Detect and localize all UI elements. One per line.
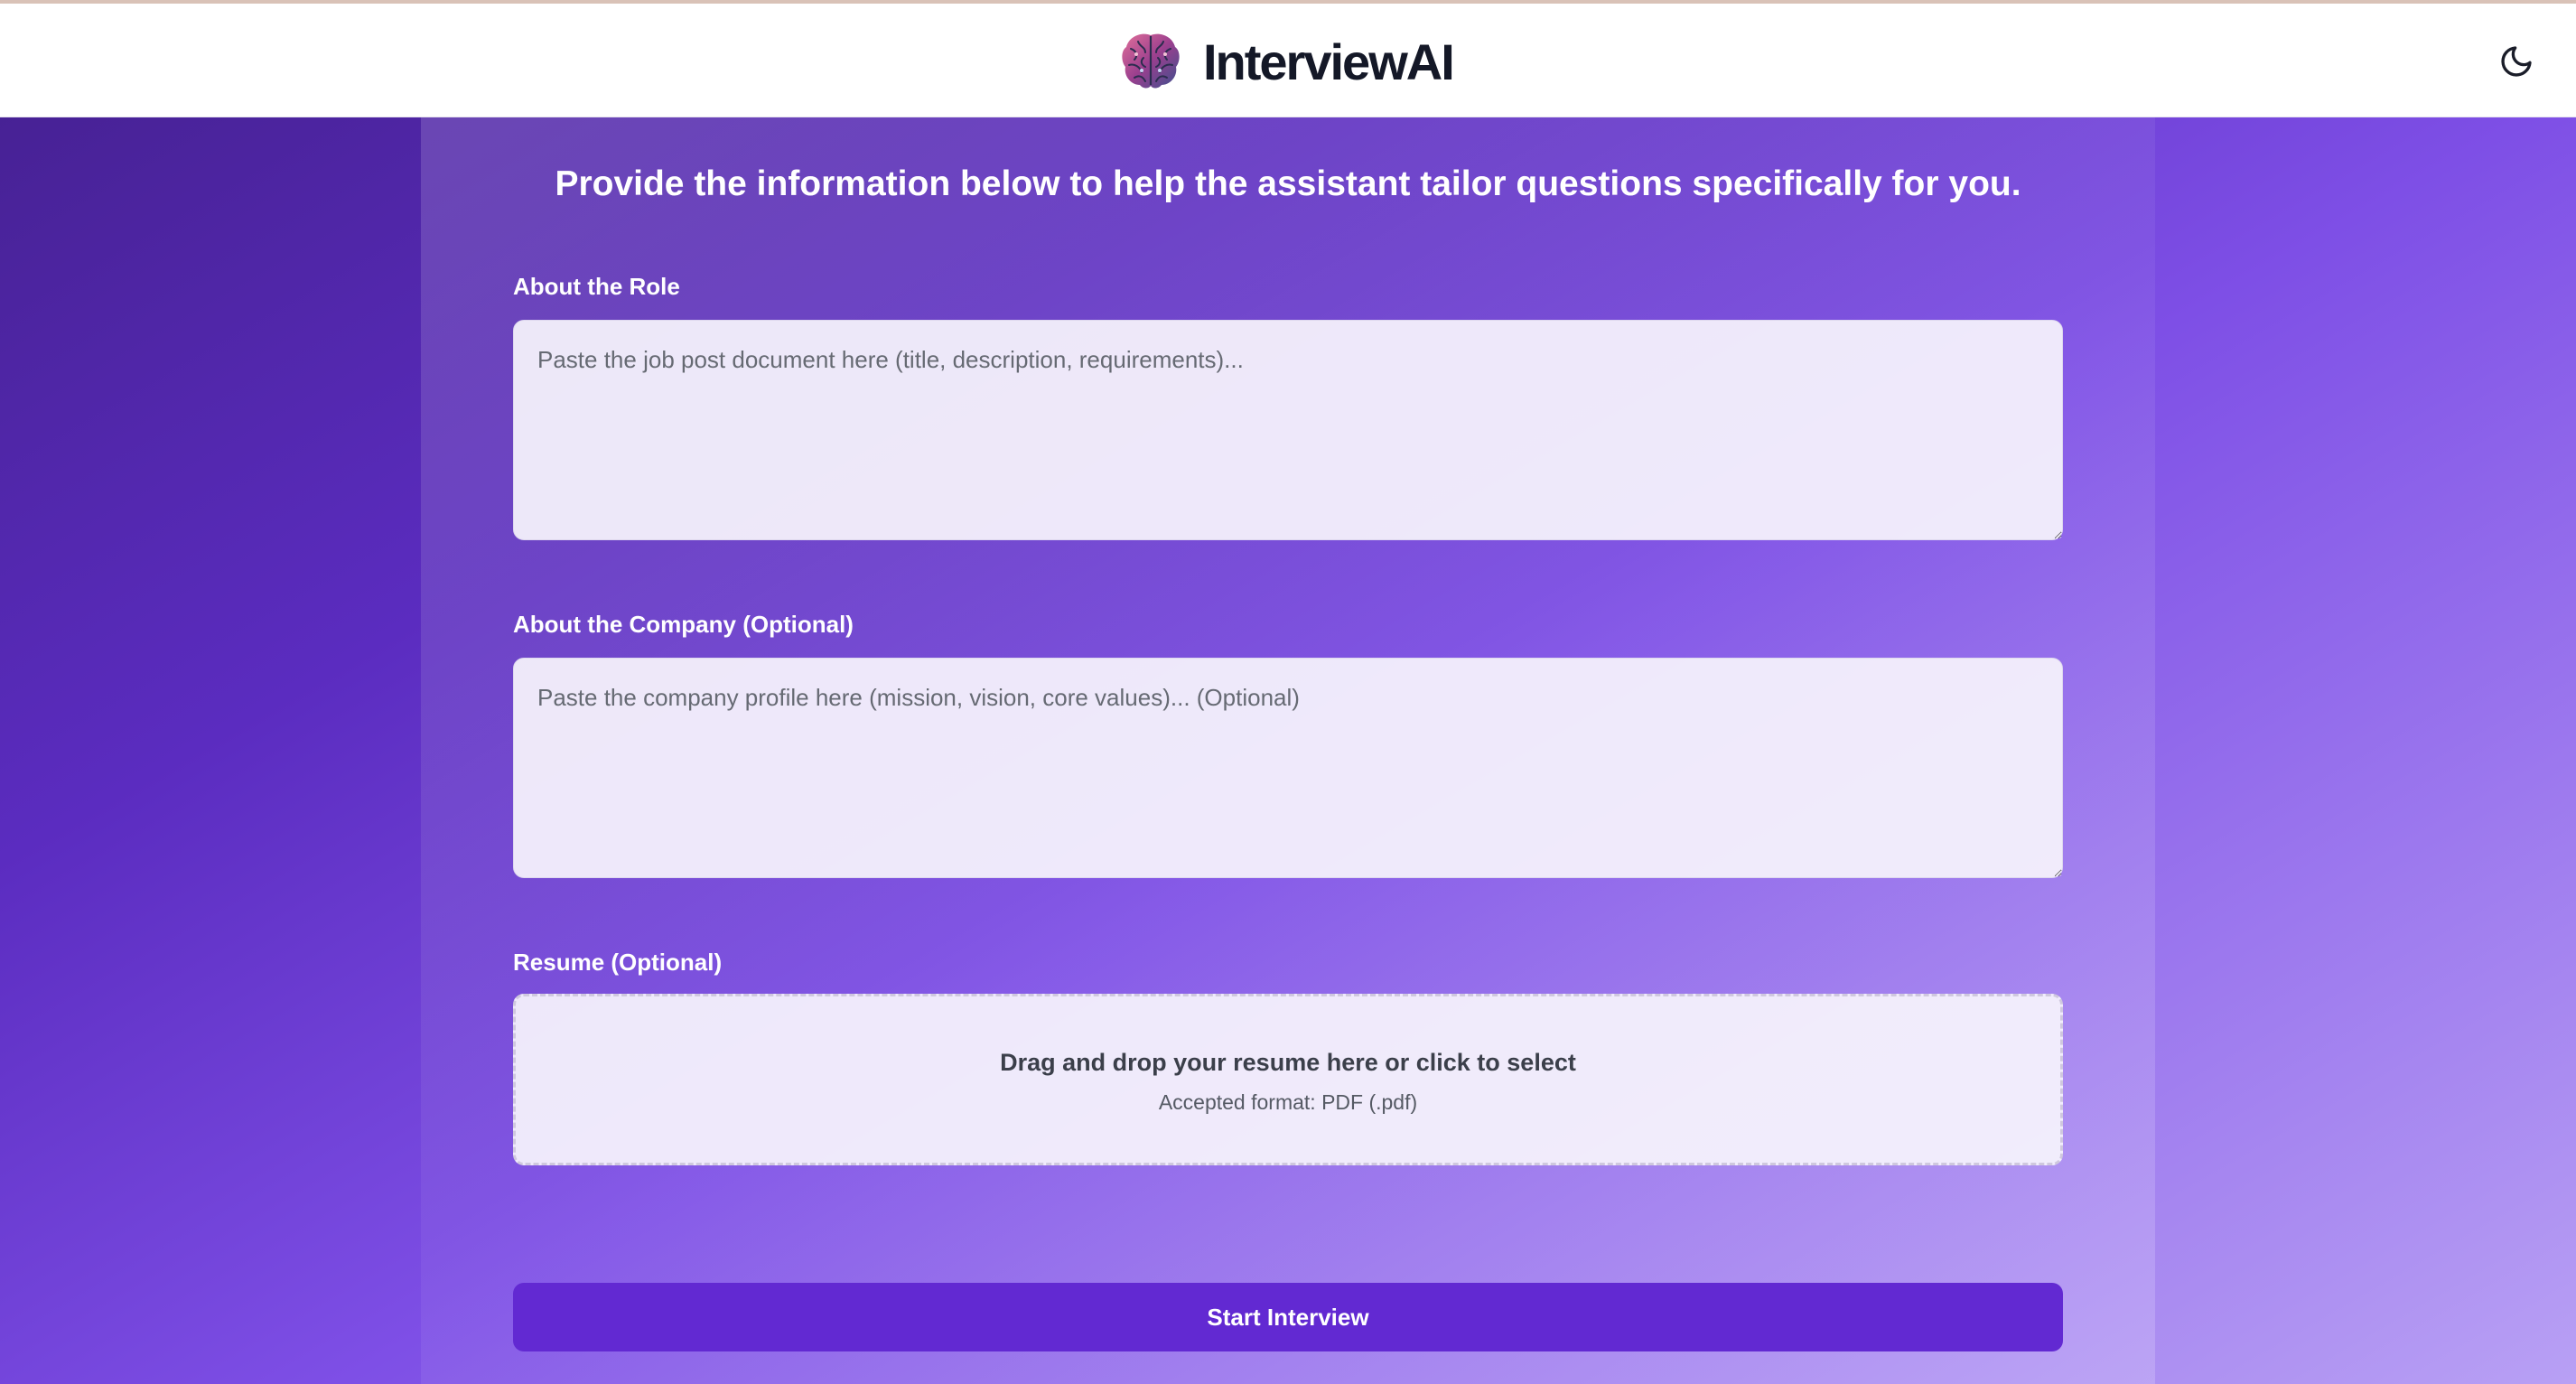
- intro-heading: Provide the information below to help th…: [555, 164, 2021, 203]
- app-header: InterviewAI: [0, 4, 2576, 117]
- company-label: About the Company (Optional): [513, 611, 854, 638]
- role-label: About the Role: [513, 273, 680, 300]
- setup-form-panel: Provide the information below to help th…: [421, 117, 2155, 1384]
- brand[interactable]: InterviewAI: [1118, 25, 1455, 98]
- app-name: InterviewAI: [1203, 33, 1455, 90]
- moon-icon: [2501, 46, 2532, 77]
- dropzone-format-hint: Accepted format: PDF (.pdf): [1158, 1090, 1418, 1114]
- resume-label: Resume (Optional): [513, 949, 723, 976]
- brain-icon: [1122, 33, 1180, 89]
- dropzone-title: Drag and drop your resume here or click …: [1000, 1049, 1576, 1076]
- theme-toggle-button[interactable]: [2497, 42, 2536, 81]
- resume-dropzone[interactable]: Drag and drop your resume here or click …: [513, 994, 2063, 1165]
- role-textarea[interactable]: [513, 320, 2063, 540]
- company-textarea[interactable]: [513, 658, 2063, 878]
- start-interview-button[interactable]: Start Interview: [513, 1283, 2063, 1351]
